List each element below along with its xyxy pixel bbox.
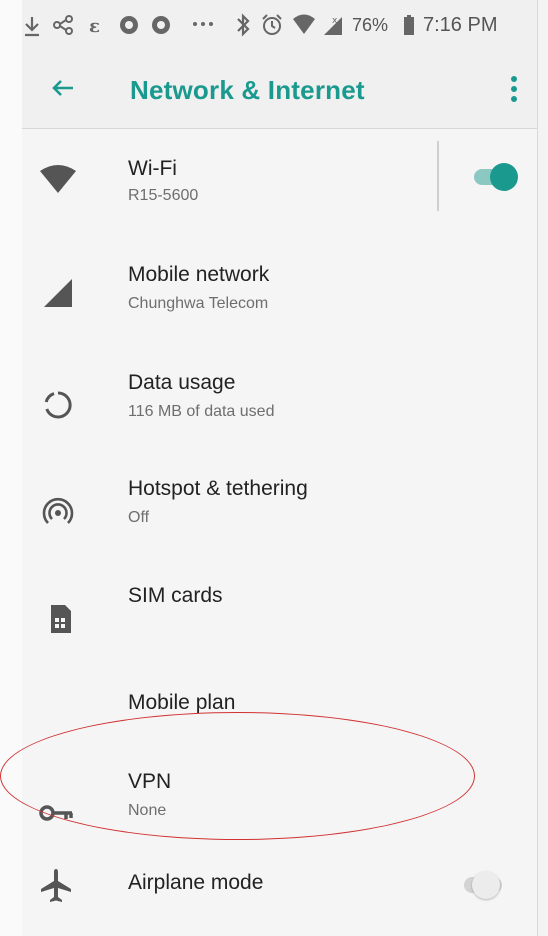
sim-card-icon xyxy=(51,605,71,633)
key-icon xyxy=(39,805,73,821)
wifi-icon xyxy=(293,14,315,34)
sim-cards-title: SIM cards xyxy=(128,584,223,607)
share-icon xyxy=(53,15,73,35)
mobile-plan-title: Mobile plan xyxy=(128,691,236,714)
settings-list: Wi-Fi R15-5600 Mobile network Chunghwa T… xyxy=(22,129,537,936)
app-bar: Network & Internet xyxy=(22,52,537,129)
page-title: Network & Internet xyxy=(130,75,365,105)
svg-text:ε: ε xyxy=(89,16,100,36)
phone-frame: ε x 76% 7:16 PM Network & Internet Wi-Fi… xyxy=(0,0,548,936)
frame-left-edge xyxy=(0,0,22,936)
mobile-network-title: Mobile network xyxy=(128,263,270,286)
screen: ε x 76% 7:16 PM Network & Internet Wi-Fi… xyxy=(22,0,537,936)
more-dots-icon xyxy=(193,22,213,26)
divider xyxy=(437,141,439,211)
list-item-sim-cards[interactable]: SIM cards xyxy=(22,561,537,669)
hotspot-subtitle: Off xyxy=(128,509,150,526)
vpn-subtitle: None xyxy=(128,802,167,819)
hotspot-title: Hotspot & tethering xyxy=(128,477,308,500)
svg-text:x: x xyxy=(332,16,338,26)
airplane-icon xyxy=(41,869,71,902)
battery-icon xyxy=(404,15,414,35)
wifi-subtitle: R15-5600 xyxy=(128,187,199,204)
airplane-mode-toggle[interactable] xyxy=(458,867,510,903)
battery-percent: 76% xyxy=(352,15,389,35)
arrow-left-icon[interactable] xyxy=(48,73,78,103)
app-icon xyxy=(120,16,138,34)
download-icon xyxy=(25,17,39,37)
frame-right-edge xyxy=(537,0,548,936)
list-item-mobile-network[interactable]: Mobile network Chunghwa Telecom xyxy=(22,237,537,345)
vpn-title: VPN xyxy=(128,770,172,793)
status-bar: ε x 76% 7:16 PM xyxy=(22,0,537,52)
alarm-icon xyxy=(262,14,282,35)
signal-icon: x xyxy=(324,16,342,35)
data-usage-subtitle: 116 MB of data used xyxy=(128,403,275,420)
app-icon: ε xyxy=(89,16,100,36)
bluetooth-icon xyxy=(237,13,250,37)
hotspot-icon xyxy=(42,497,74,524)
data-usage-icon xyxy=(44,391,72,419)
list-item-data-usage[interactable]: Data usage 116 MB of data used xyxy=(22,345,537,453)
data-usage-title: Data usage xyxy=(128,371,236,394)
wifi-toggle[interactable] xyxy=(468,159,520,195)
cell-signal-icon xyxy=(44,279,72,307)
airplane-mode-title: Airplane mode xyxy=(128,871,264,894)
list-item-mobile-plan[interactable]: Mobile plan xyxy=(22,669,537,769)
wifi-icon xyxy=(40,165,76,193)
list-item-wifi[interactable]: Wi-Fi R15-5600 xyxy=(22,129,537,237)
mobile-network-subtitle: Chunghwa Telecom xyxy=(128,295,269,312)
list-item-hotspot[interactable]: Hotspot & tethering Off xyxy=(22,453,537,561)
more-vert-icon[interactable] xyxy=(506,72,522,106)
status-time: 7:16 PM xyxy=(423,14,498,36)
wifi-title: Wi-Fi xyxy=(128,157,177,180)
list-item-airplane-mode[interactable]: Airplane mode xyxy=(22,849,537,936)
app-icon xyxy=(152,16,170,34)
